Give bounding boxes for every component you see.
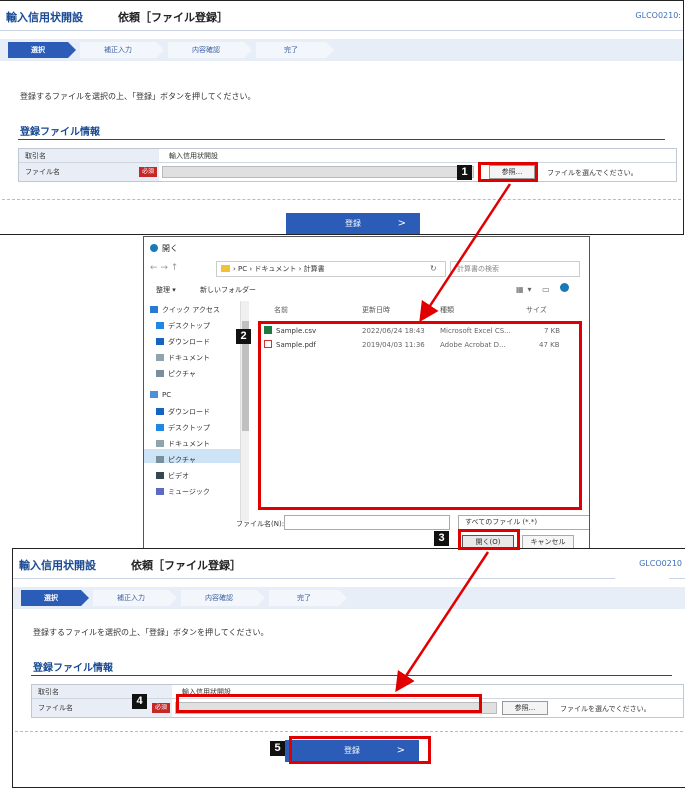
file-hint: ファイルを選んでください。 — [560, 705, 651, 713]
file-name-field[interactable] — [162, 166, 474, 178]
trade-name-label: 取引名 — [19, 149, 159, 162]
step-confirm: 内容確認 — [168, 42, 252, 58]
step-number-badge: 3 — [434, 531, 449, 546]
file-hint: ファイルを選んでください。 — [547, 169, 638, 177]
app-name: 輸入信用状開設 — [6, 11, 83, 24]
file-info-table: 取引名 輸入信用状開設 ファイル名 必須 参照... ファイルを選んでください。 — [18, 148, 677, 182]
register-button[interactable]: 登録 > — [286, 213, 420, 234]
step-indicator: 選択 補正入力 内容確認 完了 — [0, 39, 683, 61]
column-type[interactable]: 種類 — [440, 305, 454, 315]
step-number-badge: 1 — [457, 165, 472, 180]
table-row: ファイル名 必須 参照... ファイルを選んでください。 — [19, 163, 676, 181]
sidebar-item-pc[interactable]: PC — [150, 391, 171, 399]
step-correction-input: 補正入力 — [93, 590, 177, 606]
address-bar[interactable]: › PC › ドキュメント › 計算書 — [216, 261, 446, 277]
step-number-badge: 4 — [132, 694, 147, 709]
sidebar-item-documents[interactable]: ドキュメント — [156, 353, 210, 363]
section-divider — [31, 675, 672, 676]
file-name-label: ファイル名 — [32, 699, 172, 717]
divider — [2, 199, 681, 200]
sidebar-item-desktop-pc[interactable]: デスクトップ — [156, 423, 210, 433]
sidebar-item-quick-access[interactable]: クイック アクセス — [150, 305, 220, 315]
sidebar-item-downloads[interactable]: ダウンロード — [156, 337, 210, 347]
nav-arrows[interactable]: ← → ↑ — [150, 263, 178, 273]
new-folder-button[interactable]: 新しいフォルダー — [200, 285, 256, 295]
register-label: 登録 — [345, 219, 361, 228]
filename-label: ファイル名(N): — [236, 520, 285, 528]
required-badge: 必須 — [152, 703, 170, 713]
help-icon[interactable] — [560, 283, 570, 292]
search-input[interactable]: 計算書の検索 — [450, 261, 580, 277]
sidebar-item-pictures-pc[interactable]: ピクチャ — [156, 455, 196, 465]
app-name: 輸入信用状開設 — [19, 559, 96, 572]
filename-input[interactable] — [284, 515, 450, 530]
dialog-title: 開く — [150, 243, 178, 254]
file-name-label: ファイル名 — [19, 163, 159, 181]
sidebar-item-documents-pc[interactable]: ドキュメント — [156, 439, 210, 449]
view-options[interactable]: ▦▾ ▭ — [516, 283, 570, 294]
chevron-right-icon: > — [397, 218, 406, 229]
instruction-message: 登録するファイルを選択の上、「登録」ボタンを押してください。 — [20, 92, 256, 101]
sidebar-item-pictures[interactable]: ピクチャ — [156, 369, 196, 379]
callout-box-register — [289, 736, 431, 764]
step-complete: 完了 — [256, 42, 334, 58]
section-title: 登録ファイル情報 — [20, 127, 100, 138]
column-size[interactable]: サイズ — [526, 305, 547, 315]
callout-box-open — [458, 529, 520, 550]
sidebar-item-downloads-pc[interactable]: ダウンロード — [156, 407, 210, 417]
refresh-icon[interactable]: ↻ — [430, 264, 437, 273]
column-modified[interactable]: 更新日時 — [362, 305, 390, 315]
step-select: 選択 — [8, 42, 76, 58]
divider — [15, 731, 685, 732]
trade-name-label: 取引名 — [32, 685, 172, 698]
step-number-badge: 5 — [270, 741, 285, 756]
step-confirm: 内容確認 — [181, 590, 265, 606]
required-badge: 必須 — [139, 167, 157, 177]
step-correction-input: 補正入力 — [80, 42, 164, 58]
instruction-message: 登録するファイルを選択の上、「登録」ボタンを押してください。 — [33, 628, 269, 637]
callout-box-file-field — [176, 694, 482, 713]
section-title: 登録ファイル情報 — [33, 663, 113, 674]
page-header: 輸入信用状開設 依頼［ファイル登録］ GLCO0210: — [0, 1, 683, 31]
step-select: 選択 — [21, 590, 89, 606]
sidebar-item-desktop[interactable]: デスクトップ — [156, 321, 210, 331]
browser-icon — [150, 244, 158, 252]
trade-name-value: 輸入信用状開設 — [169, 152, 218, 160]
folder-icon — [221, 265, 230, 272]
page-title: 依頼［ファイル登録］ — [131, 559, 241, 572]
section-divider — [18, 139, 665, 140]
callout-box-browse — [478, 162, 538, 182]
screen-code: GLCO0210 — [639, 559, 682, 568]
table-row: 取引名 輸入信用状開設 — [19, 149, 676, 163]
step-complete: 完了 — [269, 590, 347, 606]
browse-button[interactable]: 参照... — [502, 701, 548, 715]
callout-box-file-list — [258, 321, 582, 510]
step-number-badge: 2 — [236, 329, 251, 344]
page-title: 依頼［ファイル登録］ — [118, 11, 228, 24]
screen-code: GLCO0210: — [635, 11, 681, 20]
top-screen: 輸入信用状開設 依頼［ファイル登録］ GLCO0210: 選択 補正入力 内容確… — [0, 0, 684, 235]
sidebar-item-videos[interactable]: ビデオ — [156, 471, 189, 481]
blank-patch — [615, 568, 669, 584]
organize-button[interactable]: 整理 ▾ — [156, 285, 176, 295]
step-indicator: 選択 補正入力 内容確認 完了 — [13, 587, 685, 609]
page-header: 輸入信用状開設 依頼［ファイル登録］ GLCO0210 — [13, 549, 685, 579]
column-name[interactable]: 名前 — [274, 305, 288, 315]
sidebar-item-music[interactable]: ミュージック — [156, 487, 210, 497]
filetype-select[interactable]: すべてのファイル (*.*) — [458, 515, 589, 530]
